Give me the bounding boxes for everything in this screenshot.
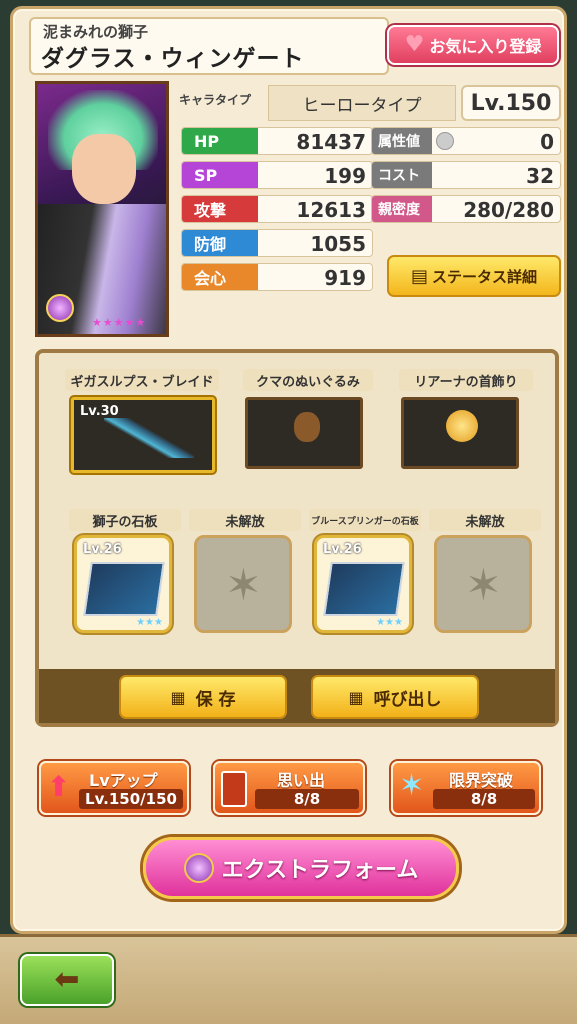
weapon-slot[interactable]: Lv.30 — [71, 397, 215, 473]
stat-label: 属性値 — [372, 128, 432, 154]
stat-value: 32 — [526, 164, 554, 188]
stat-label: コスト — [372, 162, 432, 188]
weapon-sword-icon — [104, 418, 194, 458]
stone-plate-slot[interactable]: Lv.26 ★★★ — [314, 535, 412, 633]
accessory-slot-necklace[interactable] — [401, 397, 519, 469]
necklace-icon — [446, 410, 478, 442]
char-type-label: キャラタイプ — [179, 93, 252, 107]
stat-attack: 攻撃 12613 — [181, 195, 373, 223]
memory-card-icon — [221, 771, 247, 807]
plate-name: 獅子の石板 — [69, 509, 181, 531]
memory-button[interactable]: 思い出 8/8 — [213, 761, 365, 815]
portrait-face — [72, 134, 136, 204]
stat-value: 1055 — [310, 232, 366, 256]
stat-label: 会心 — [182, 264, 258, 290]
stat-cost: コスト 32 — [371, 161, 561, 189]
stat-defense: 防御 1055 — [181, 229, 373, 257]
extra-form-button[interactable]: エクストラフォーム — [143, 837, 459, 899]
limit-break-button[interactable]: ✶ 限界突破 8/8 — [391, 761, 541, 815]
extra-form-gem-icon — [183, 853, 214, 883]
favorite-button[interactable]: ♥ お気に入り登録 — [387, 25, 559, 65]
stat-value: 0 — [540, 130, 554, 154]
recall-button[interactable]: ▦ 呼び出し — [311, 675, 479, 719]
stat-label: HP — [182, 128, 258, 154]
equip-name: クマのぬいぐるみ — [243, 369, 373, 391]
save-label: 保 存 — [195, 689, 236, 710]
favorite-button-label: お気に入り登録 — [429, 37, 542, 56]
stat-hp: HP 81437 — [181, 127, 373, 155]
levelup-value: Lv.150/150 — [79, 789, 183, 809]
memory-title: 思い出 — [277, 771, 326, 790]
plate-name: 未解放 — [189, 509, 301, 531]
status-detail-label: ステータス詳細 — [432, 267, 538, 286]
recall-label: 呼び出し — [373, 689, 442, 710]
rarity-stars: ★★★★★ — [92, 316, 147, 329]
levelup-title: Lvアップ — [89, 771, 158, 790]
stat-label: 親密度 — [372, 196, 432, 222]
star-lock-icon: ✶ — [465, 560, 502, 611]
save-icon: ▦ — [170, 687, 186, 707]
list-icon: ▤ — [410, 265, 428, 287]
plate-level: Lv.26 — [323, 542, 362, 557]
up-arrow-icon: ⬆ — [47, 770, 71, 803]
star-icon: ✶ — [399, 768, 425, 803]
memory-value: 8/8 — [255, 789, 359, 809]
element-icon — [436, 132, 454, 150]
plate-image — [83, 562, 165, 616]
stone-plate-slot[interactable]: Lv.26 ★★★ — [74, 535, 172, 633]
stat-sp: SP 199 — [181, 161, 373, 189]
character-name: ダグラス・ウィンゲート — [41, 46, 305, 72]
plate-name: ブルースプリンガーの石板 — [309, 509, 421, 531]
stat-intimacy: 親密度 280/280 — [371, 195, 561, 223]
recall-icon: ▦ — [348, 687, 364, 707]
weapon-level: Lv.30 — [80, 404, 119, 419]
accessory-slot-bear[interactable] — [245, 397, 363, 469]
stat-value: 12613 — [296, 198, 366, 222]
plate-stars: ★★★ — [136, 617, 163, 628]
equip-name: リアーナの首飾り — [399, 369, 533, 391]
equipment-panel: ギガスルプス・ブレイド クマのぬいぐるみ リアーナの首飾り Lv.30 獅子の石… — [35, 349, 559, 727]
plate-image — [323, 562, 405, 616]
stat-value: 919 — [324, 266, 366, 290]
character-portrait[interactable]: ★★★★★ — [35, 81, 169, 337]
heart-icon: ♥ — [404, 32, 425, 57]
equip-name: ギガスルプス・ブレイド — [65, 369, 219, 391]
plate-level: Lv.26 — [83, 542, 122, 557]
stat-value: 81437 — [296, 130, 366, 154]
save-button[interactable]: ▦ 保 存 — [119, 675, 287, 719]
plate-stars: ★★★ — [376, 617, 403, 628]
stat-label: 攻撃 — [182, 196, 258, 222]
teddy-bear-icon — [294, 412, 320, 442]
locked-plate-slot[interactable]: ✶ — [434, 535, 532, 633]
levelup-button[interactable]: ⬆ Lvアップ Lv.150/150 — [39, 761, 189, 815]
limit-break-value: 8/8 — [433, 789, 535, 809]
extra-form-label: エクストラフォーム — [221, 858, 419, 883]
star-lock-icon: ✶ — [225, 560, 262, 611]
locked-plate-slot[interactable]: ✶ — [194, 535, 292, 633]
character-level: Lv.150 — [461, 85, 561, 121]
stat-label: 防御 — [182, 230, 258, 256]
stat-critical: 会心 919 — [181, 263, 373, 291]
char-type-value: ヒーロータイプ — [268, 85, 456, 121]
back-arrow-icon: ⬅ — [54, 962, 80, 997]
limit-break-title: 限界突破 — [449, 771, 514, 790]
stat-label: SP — [182, 162, 258, 188]
stat-value: 199 — [324, 164, 366, 188]
plate-name: 未解放 — [429, 509, 541, 531]
stat-attribute: 属性値 0 — [371, 127, 561, 155]
back-button[interactable]: ⬅ — [20, 954, 114, 1006]
status-detail-button[interactable]: ▤ ステータス詳細 — [387, 255, 561, 297]
element-gem-icon — [46, 294, 74, 322]
character-detail-panel: 泥まみれの獅子 ダグラス・ウィンゲート ♥ お気に入り登録 ★★★★★ キャラタ… — [10, 6, 567, 934]
stat-value: 280/280 — [463, 198, 554, 222]
